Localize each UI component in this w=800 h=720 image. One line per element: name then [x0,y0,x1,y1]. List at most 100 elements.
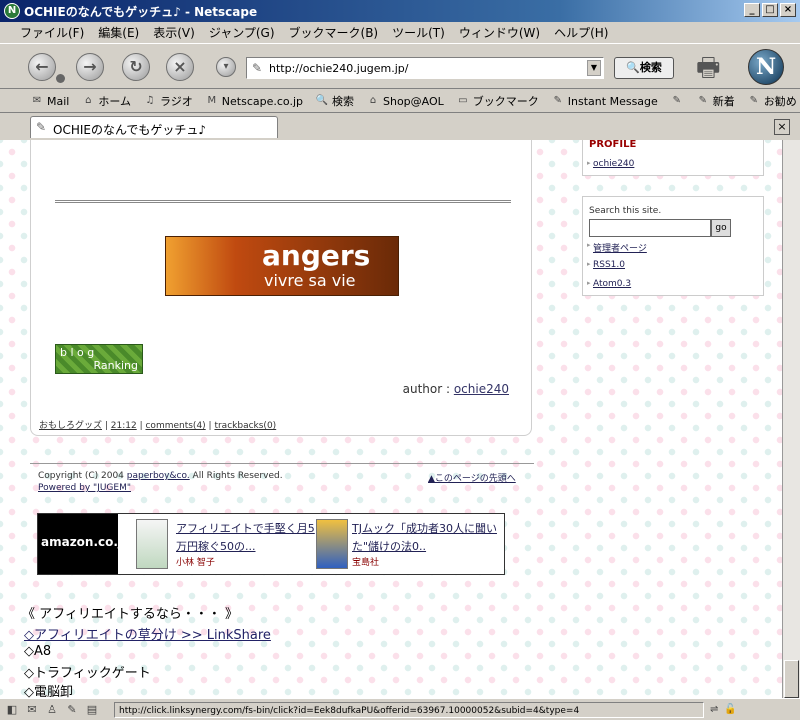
window-controls: _ □ × [744,3,796,17]
book-title-1[interactable]: アフィリエイトで手堅く月5万円稼ぐ50の... [176,520,316,556]
status-indicators: ⇌ 🔓 [710,704,737,715]
category-link[interactable]: おもしろグッズ [39,421,102,431]
maximize-button[interactable]: □ [762,3,778,17]
url-dropdown-icon[interactable]: ▼ [587,60,601,76]
author-link[interactable]: ochie240 [454,382,509,396]
page-icon: ✎ [36,120,47,134]
book-cover-1[interactable] [136,519,168,569]
book-title-2[interactable]: TJムック「成功者30人に聞いた"儲けの法0.. [352,520,502,556]
atom-link[interactable]: ▸ Atom0.3 [587,279,631,289]
print-icon[interactable]: 🖶 [696,49,721,93]
reload-button[interactable]: ↻ [122,53,150,81]
window-title: OCHIEのなんでもゲッチュ♪ - Netscape [24,4,258,19]
menu-view[interactable]: 表示(V) [153,24,195,41]
mail-icon: ✉ [32,95,42,106]
page-top-link[interactable]: ▲このページの先頭へ [428,471,516,484]
back-dropdown-icon[interactable] [56,74,65,83]
bookmark-search[interactable]: 🔍 検索 [315,93,354,109]
stop-button[interactable]: × [166,53,194,81]
author-line: author : ochie240 [403,382,509,396]
vertical-scrollbar[interactable] [782,140,800,698]
arrow-icon: ▸ [587,279,591,287]
powered-by: Powered by "JUGEM" [38,483,131,493]
company-link[interactable]: paperboy&co. [127,471,190,481]
menu-window[interactable]: ウィンドウ(W) [459,24,540,41]
status-text: http://click.linksynergy.com/fs-bin/clic… [114,701,704,718]
lock-icon: 🔓 [724,704,737,715]
time-link[interactable]: 21:12 [111,421,137,431]
book-author-2: 宝島社 [352,558,380,568]
affiliate-item[interactable]: ◇アフィリエイトの草分け >> LinkShare [24,624,271,643]
composer-icon[interactable]: ✎ [64,703,80,716]
affiliate-heading: 《 アフィリエイトするなら・・・ 》 [22,607,239,622]
site-search-input[interactable] [589,219,711,237]
page-icon: ✎ [252,61,263,75]
menu-go[interactable]: ジャンプ(G) [209,24,275,41]
affiliate-item: ◇電脳卸 [24,685,73,698]
affiliate-item: ◇トラフィックゲート [24,666,151,681]
scroll-thumb[interactable] [784,660,799,698]
trackbacks-link[interactable]: trackbacks(0) [214,421,276,431]
forward-button[interactable]: → [76,53,104,81]
bookmark-blank[interactable]: ✎ [670,95,684,107]
banner-subtitle: vivre sa vie [264,271,356,290]
my-icon: M [207,95,217,106]
arrow-icon: ▸ [587,159,591,167]
divider [55,200,511,203]
netscape-logo[interactable]: N [748,49,784,85]
menu-bar: ファイル(F) 編集(E) 表示(V) ジャンプ(G) ブックマーク(B) ツー… [0,22,800,42]
bookmark-netscape[interactable]: M Netscape.co.jp [205,95,303,108]
bookmark-new[interactable]: ✎ 新着 [696,93,735,109]
go-button[interactable]: go [711,219,731,237]
rss-link[interactable]: ▸ RSS1.0 [587,260,625,270]
comments-link[interactable]: comments(4) [145,421,205,431]
bookmark-home[interactable]: ⌂ ホーム [81,93,131,109]
menu-edit[interactable]: 編集(E) [98,24,139,41]
window-titlebar: N OCHIEのなんでもゲッチュ♪ - Netscape _ □ × [0,0,800,22]
search-button-label: 検索 [639,61,662,74]
menu-bookmarks[interactable]: ブックマーク(B) [289,24,379,41]
angers-banner[interactable]: angers vivre sa vie [165,236,399,296]
mail-icon[interactable]: ✉ [24,703,40,716]
shop-icon: ⌂ [369,95,377,106]
connection-icon: ⇌ [710,704,719,715]
post-meta: おもしろグッズ | 21:12 | comments(4) | trackbac… [39,421,277,431]
book-author-1: 小林 智子 [176,558,215,568]
bookmark-page-icon: ✎ [749,95,758,106]
amazon-ad: amazon.co.jp アフィリエイトで手堅く月5万円稼ぐ50の... 小林 … [37,513,505,575]
amazon-logo[interactable]: amazon.co.jp [38,514,131,574]
people-icon[interactable]: ♙ [44,703,60,716]
tab-ochie[interactable]: ✎ OCHIEのなんでもゲッチュ♪ [30,116,278,138]
close-window-button[interactable]: × [780,3,796,17]
search-button[interactable]: 🔍検索 [614,57,674,79]
bookmark-mail[interactable]: ✉ Mail [30,95,70,108]
blog-post: angers vivre sa vie b l o g Ranking auth… [30,140,532,436]
security-icon: ◧ [6,703,18,716]
jugem-link[interactable]: Powered by "JUGEM" [38,483,131,493]
profile-heading: PROFILE [589,140,637,150]
bookmark-instant-message[interactable]: ✎ Instant Message [551,95,658,108]
page-icon[interactable]: ▤ [84,703,100,716]
menu-file[interactable]: ファイル(F) [20,24,84,41]
admin-page-link[interactable]: ▸ 管理者ページ [587,241,647,254]
bookmark-shop[interactable]: ⌂ Shop@AOL [366,95,444,108]
status-bar: ◧ ✉ ♙ ✎ ▤ http://click.linksynergy.com/f… [0,698,800,720]
blog-ranking-text2: Ranking [93,359,139,372]
close-tab-button[interactable]: × [774,119,790,135]
bookmark-radio[interactable]: ♫ ラジオ [143,93,193,109]
bookmark-recommended[interactable]: ✎ お勧め [747,93,797,109]
bookmark-page-icon: ✎ [672,95,681,106]
profile-link[interactable]: ▸ ochie240 [587,159,634,169]
url-field[interactable]: ✎ http://ochie240.jugem.jp/ ▼ [246,57,604,79]
site-search-box: Search this site. go ▸ 管理者ページ ▸ RSS1.0 ▸ At… [582,196,764,296]
menu-tools[interactable]: ツール(T) [392,24,445,41]
netscape-app-icon: N [4,3,20,19]
menu-help[interactable]: ヘルプ(H) [554,24,608,41]
tab-title: OCHIEのなんでもゲッチュ♪ [53,123,207,137]
back-button[interactable]: ← [28,53,56,81]
minimize-button[interactable]: _ [744,3,760,17]
go-dropdown-icon[interactable]: ▾ [216,57,236,77]
blog-ranking-banner[interactable]: b l o g Ranking [55,344,143,374]
bookmark-folder[interactable]: ▭ ブックマーク [456,93,539,109]
book-cover-2[interactable] [316,519,348,569]
